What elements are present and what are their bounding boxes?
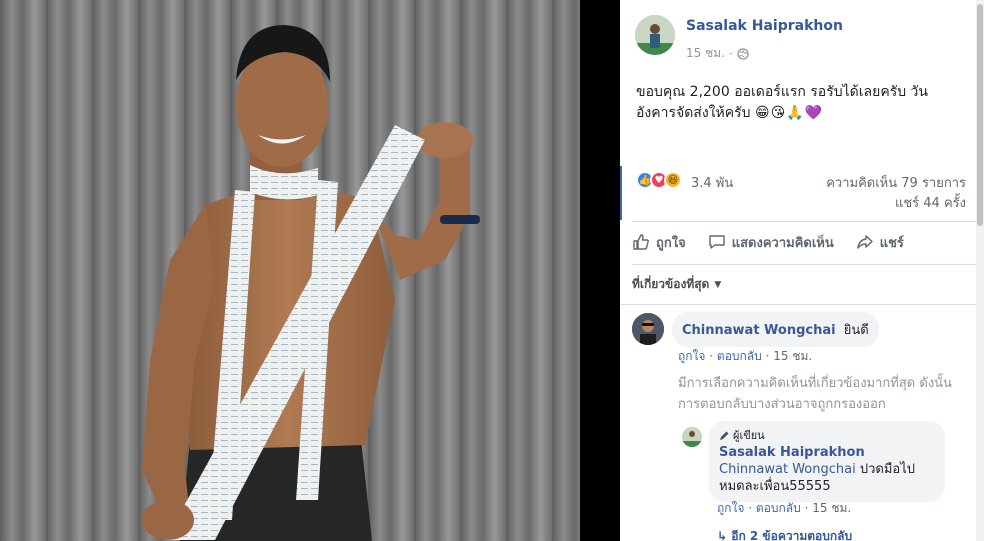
scrollbar-thumb[interactable] (977, 4, 983, 226)
comment-sort-label: ที่เกี่ยวข้องที่สุด (632, 277, 710, 291)
reply-reply-link[interactable]: ตอบกลับ (756, 501, 801, 515)
divider-actions (632, 264, 976, 265)
comment-button-label: แสดงความคิดเห็น (731, 235, 834, 251)
comment-like-link[interactable]: ถูกใจ (678, 349, 705, 363)
like-button-label: ถูกใจ (656, 235, 686, 251)
commenter-avatar-image (632, 313, 664, 345)
share-count-link[interactable]: แชร์ 44 ครั้ง (895, 192, 966, 213)
haha-icon: 😆 (664, 171, 682, 189)
comment-actions: ถูกใจ · ตอบกลับ · 15 ชม. (678, 347, 812, 366)
reply-dot-2: · (804, 501, 809, 515)
thumbs-up-icon (633, 234, 649, 250)
reaction-count[interactable]: 3.4 พัน (691, 172, 733, 193)
comment-icon (709, 235, 725, 249)
reply-author-avatar[interactable] (682, 427, 702, 447)
post-side-panel: Sasalak Haiprakhon 15 ชม. · ขอบคุณ 2,200… (620, 0, 984, 541)
reactions-summary: 👍 ♥ 😆 3.4 พัน ความคิดเห็น 79 รายการ แชร์… (636, 170, 966, 213)
reply-mention-link[interactable]: Chinnawat Wongchai (719, 462, 856, 477)
reply-bubble: ผู้เขียน Sasalak Haiprakhon Chinnawat Wo… (709, 421, 945, 502)
comment-dot-1: · (709, 349, 714, 363)
share-button-label: แชร์ (879, 235, 904, 251)
comment-time[interactable]: 15 ชม. (773, 349, 812, 363)
post-photo[interactable] (0, 0, 580, 541)
comment-dot-2: · (765, 349, 770, 363)
focus-edge (620, 166, 622, 220)
more-replies-link[interactable]: ↳ อีก 2 ข้อความตอบกลับ (717, 527, 852, 541)
divider-top (632, 221, 976, 222)
reply-like-link[interactable]: ถูกใจ (717, 501, 744, 515)
post-meta: 15 ชม. · (686, 44, 749, 63)
comment-button[interactable]: แสดงความคิดเห็น (708, 232, 834, 253)
photo-viewer: Sasalak Haiprakhon 15 ชม. · ขอบคุณ 2,200… (0, 0, 984, 541)
pencil-icon (720, 431, 729, 440)
post-actions-bar: ถูกใจ แสดงความคิดเห็น แชร์ (632, 224, 976, 260)
reply-avatar-image (682, 427, 702, 447)
author-name-link[interactable]: Sasalak Haiprakhon (686, 18, 843, 34)
panel-scrollbar[interactable] (976, 0, 984, 541)
comment-text: ยินดี (843, 323, 869, 338)
comment-sort-dropdown[interactable]: ที่เกี่ยวข้องที่สุด ▼ (632, 275, 721, 294)
globe-icon[interactable] (737, 47, 749, 60)
post-emojis: 😁😘🙏💜 (754, 105, 824, 121)
author-badge-label: ผู้เขียน (733, 429, 765, 442)
reaction-icons[interactable]: 👍 ♥ 😆 (636, 171, 682, 189)
commenter-name-link[interactable]: Chinnawat Wongchai (682, 323, 836, 338)
post-timestamp[interactable]: 15 ชม. (686, 44, 725, 63)
reply-time[interactable]: 15 ชม. (812, 501, 851, 515)
like-button[interactable]: ถูกใจ (632, 232, 686, 253)
caret-down-icon: ▼ (714, 279, 722, 290)
share-icon (857, 235, 873, 249)
photo-letterbox (580, 0, 620, 541)
post-text: ขอบคุณ 2,200 ออเดอร์แรก รอรับได้เลยครับ … (636, 82, 966, 124)
commenter-avatar[interactable] (632, 313, 664, 345)
author-avatar[interactable] (635, 15, 675, 55)
reply-author-name-link[interactable]: Sasalak Haiprakhon (719, 445, 865, 460)
comment-reply-link[interactable]: ตอบกลับ (717, 349, 762, 363)
filtered-replies-note: มีการเลือกความคิดเห็นที่เกี่ยวข้องมากที่… (678, 376, 952, 412)
divider-comments (620, 304, 976, 305)
reply-dot-1: · (748, 501, 753, 515)
photo-illustration (0, 0, 580, 541)
author-avatar-image (635, 15, 675, 55)
comment-count-link[interactable]: ความคิดเห็น 79 รายการ (826, 172, 966, 193)
meta-separator: · (728, 46, 733, 61)
author-badge: ผู้เขียน (719, 427, 935, 444)
share-button[interactable]: แชร์ (856, 232, 904, 253)
comment-bubble: Chinnawat Wongchai ยินดี (672, 312, 879, 347)
reply-actions: ถูกใจ · ตอบกลับ · 15 ชม. (717, 499, 851, 518)
